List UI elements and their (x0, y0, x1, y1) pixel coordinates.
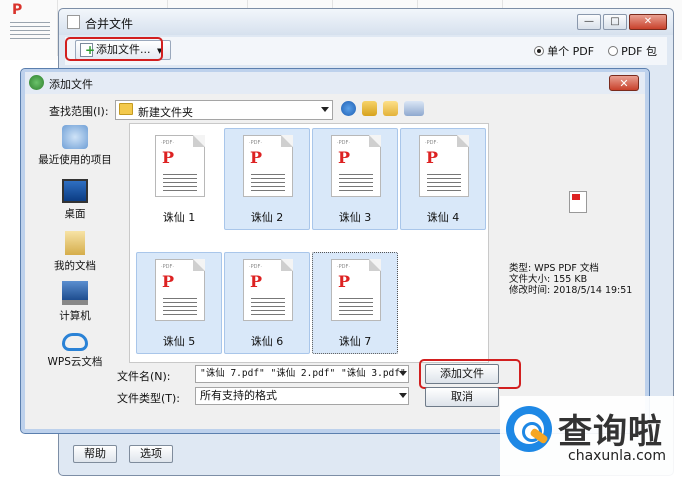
file-modified-info: 修改时间: 2018/5/14 19:51 (509, 285, 633, 296)
recent-icon (62, 125, 88, 149)
pdf-file-icon: ·PDF· P (155, 259, 205, 321)
chevron-down-icon[interactable] (399, 393, 407, 398)
cloud-icon (62, 333, 88, 351)
file-type-info: 类型: WPS PDF 文档 (509, 263, 599, 274)
minimize-button[interactable]: — (577, 14, 601, 30)
watermark: 查询啦 chaxunla.com (500, 396, 682, 482)
file-name: 诛仙 2 (250, 211, 284, 224)
back-icon[interactable] (341, 101, 356, 116)
file-name-label: 文件名(N): (117, 370, 171, 383)
up-folder-icon[interactable] (362, 101, 377, 116)
help-button[interactable]: 帮助 (73, 445, 117, 463)
pdf-file-icon: ·PDF· P (331, 259, 381, 321)
window-title: 合并文件 (85, 17, 134, 31)
window-titlebar: 合并文件 — □ ✕ (59, 9, 673, 35)
dialog-title: 添加文件 (49, 78, 93, 91)
look-in-dropdown[interactable]: 新建文件夹 (115, 100, 333, 120)
look-in-value: 新建文件夹 (138, 106, 193, 119)
single-pdf-label: 单个 PDF (547, 45, 595, 58)
computer-icon (62, 281, 88, 305)
place-recent[interactable]: 最近使用的项目 (29, 125, 121, 167)
watermark-text: 查询啦 (558, 412, 663, 452)
pdf-file-icon: ·PDF· P (243, 135, 293, 197)
place-label: 桌面 (64, 208, 86, 220)
place-label: 计算机 (59, 310, 91, 322)
file-type-label: 文件类型(T): (117, 392, 181, 405)
file-info: 类型: WPS PDF 文档 文件大小: 155 KB 修改时间: 2018/5… (509, 263, 632, 296)
dialog-close-button[interactable]: ✕ (609, 75, 639, 91)
file-name: 诛仙 1 (162, 211, 196, 224)
pdf-package-label: PDF 包 (621, 45, 657, 58)
place-label: 最近使用的项目 (38, 154, 112, 166)
radio-unselected-icon (608, 46, 619, 56)
add-files-highlight (65, 37, 163, 61)
output-mode-group: 单个 PDF PDF 包 (534, 43, 657, 59)
file-size-info: 文件大小: 155 KB (509, 274, 588, 285)
desktop-icon (62, 179, 88, 203)
file-tile[interactable]: ·PDF· P 诛仙 7 (312, 252, 398, 354)
pdf-file-icon: ·PDF· P (243, 259, 293, 321)
add-file-highlight (419, 359, 521, 389)
chevron-down-icon[interactable] (399, 371, 407, 376)
pdf-file-icon: ·PDF· P (331, 135, 381, 197)
background-pdf-thumb: P (0, 0, 58, 56)
maximize-button[interactable]: □ (603, 14, 627, 30)
place-desktop[interactable]: 桌面 (29, 179, 121, 221)
documents-icon (65, 231, 85, 255)
watermark-url: chaxunla.com (568, 448, 666, 464)
add-file-dialog: 添加文件 ✕ 查找范围(I): 新建文件夹 最近使用的项目 桌面 我的文档 计算… (20, 68, 650, 434)
pdf-package-option[interactable]: PDF 包 (608, 43, 657, 59)
chevron-down-icon (321, 107, 329, 112)
file-name: 诛仙 4 (426, 211, 460, 224)
places-bar: 最近使用的项目 桌面 我的文档 计算机 WPS云文档 (29, 125, 121, 375)
app-icon (67, 15, 80, 29)
file-tile[interactable]: ·PDF· P 诛仙 4 (400, 128, 486, 230)
single-pdf-option[interactable]: 单个 PDF (534, 43, 594, 59)
watermark-logo-icon (506, 406, 552, 452)
file-name: 诛仙 6 (250, 335, 284, 348)
pdf-file-icon: ·PDF· P (155, 135, 205, 197)
file-tile[interactable]: ·PDF· P 诛仙 5 (136, 252, 222, 354)
file-tile[interactable]: ·PDF· P 诛仙 1 (136, 128, 222, 230)
place-label: 我的文档 (54, 260, 96, 272)
file-name: 诛仙 3 (338, 211, 372, 224)
look-in-label: 查找范围(I): (49, 105, 109, 118)
file-name-input[interactable]: "诛仙 7.pdf" "诛仙 2.pdf" "诛仙 3.pdf" (195, 365, 409, 383)
options-button[interactable]: 选项 (129, 445, 173, 463)
pdf-preview-icon (569, 191, 587, 213)
navigation-toolbar (341, 101, 424, 116)
file-list-pane: ·PDF· P 诛仙 1 ·PDF· P 诛仙 2 ·PDF· P 诛仙 3 ·PDF… (129, 123, 489, 363)
dialog-titlebar: 添加文件 ✕ (25, 72, 645, 94)
place-label: WPS云文档 (47, 356, 103, 368)
file-name: 诛仙 5 (162, 335, 196, 348)
pdf-file-icon: ·PDF· P (419, 135, 469, 197)
window-close-button[interactable]: ✕ (629, 14, 667, 30)
file-tile[interactable]: ·PDF· P 诛仙 3 (312, 128, 398, 230)
place-wps-cloud[interactable]: WPS云文档 (29, 333, 121, 369)
folder-icon (119, 103, 133, 115)
file-type-select[interactable]: 所有支持的格式 (195, 387, 409, 405)
place-documents[interactable]: 我的文档 (29, 231, 121, 273)
file-tile[interactable]: ·PDF· P 诛仙 2 (224, 128, 310, 230)
radio-selected-icon (534, 46, 545, 56)
place-computer[interactable]: 计算机 (29, 281, 121, 323)
file-tile[interactable]: ·PDF· P 诛仙 6 (224, 252, 310, 354)
cancel-button[interactable]: 取消 (425, 387, 499, 407)
file-name: 诛仙 7 (338, 335, 372, 348)
dialog-app-icon (29, 75, 44, 90)
new-folder-icon[interactable] (383, 101, 398, 116)
view-menu-icon[interactable] (404, 101, 424, 116)
